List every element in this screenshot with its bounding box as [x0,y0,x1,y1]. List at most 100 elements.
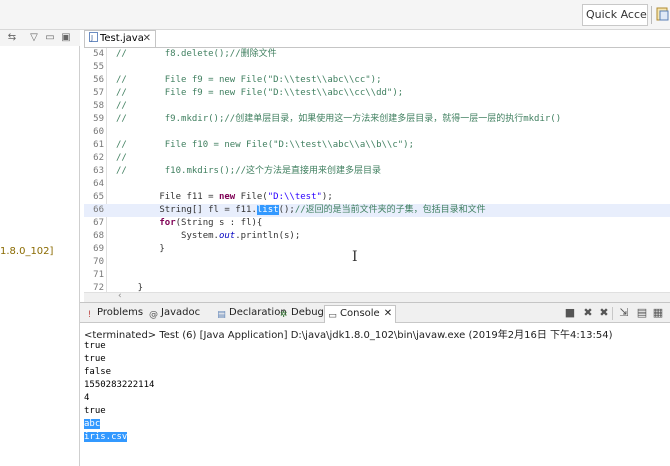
code-line[interactable]: 62 // [84,152,670,165]
code-line[interactable]: 68 System.out.println(s); [84,230,670,243]
code-text: // File f10 = new File("D:\\test\\abc\\a… [116,140,415,150]
console-line[interactable]: iris.csv [84,431,664,444]
code-line[interactable]: 69 } [84,243,670,256]
line-number: 62 [93,153,104,163]
code-text: // [116,101,127,111]
console-line-text: iris.csv [84,432,128,442]
code-line[interactable]: 65 File f11 = new File("D:\\test"); [84,191,670,204]
close-icon[interactable]: ✕ [384,308,392,319]
view-tab-label: Console [340,308,380,319]
remove-launch-icon[interactable]: ✖ [582,307,594,319]
pin-console-icon[interactable]: ▤ [636,307,648,319]
line-number: 69 [93,244,104,254]
toolbar-separator [612,307,613,320]
code-line[interactable]: 71 [84,269,670,282]
console-line[interactable]: 1550283222114 [84,379,664,392]
debug-icon: ✲ [279,310,288,320]
console-line[interactable]: true [84,353,664,366]
code-line-current[interactable]: 66 String[] fl = f11.list();//返回的是当前文件夹的… [84,204,670,217]
line-number: 72 [93,283,104,292]
line-number: 59 [93,114,104,124]
code-line[interactable]: 56 // File f9 = new File("D:\\test\\abc\\… [84,74,670,87]
view-tab-javadoc[interactable]: @ Javadoc [146,305,212,323]
code-line[interactable]: 70 [84,256,670,269]
view-tab-declaration[interactable]: ▤ Declaration [214,305,286,323]
scroll-left-icon[interactable]: ‹ [118,291,122,301]
close-icon[interactable]: ✕ [143,31,151,47]
code-text: // File f9 = new File("D:\\test\\abc\\cc… [116,88,404,98]
console-line-text: 1550283222114 [84,380,155,390]
java-file-icon: J [89,32,98,42]
javadoc-icon: @ [149,310,158,320]
code-line[interactable]: 54 // f8.delete();//删除文件 [84,48,670,61]
code-text: System.out.println(s); [116,231,301,241]
display-console-icon[interactable]: ▦ [652,307,664,319]
line-number: 65 [93,192,104,202]
terminate-icon[interactable]: ■ [564,307,576,319]
line-number: 70 [93,257,104,267]
code-text: // f9.mkdir();//创建单层目录，如果使用这一方法来创建多层目录，就… [116,114,562,124]
code-text: String[] fl = f11.list();//返回的是当前文件夹的子集，… [116,205,486,215]
console-line[interactable]: false [84,366,664,379]
console-output[interactable]: true true false 1550283222114 4 true abc iris.c… [84,340,664,444]
code-text: for(String s : fl){ [159,218,263,228]
console-line-text: true [84,341,106,351]
code-line[interactable]: 59 // f9.mkdir();//创建单层目录，如果使用这一方法来创建多层目录… [84,113,670,126]
console-line[interactable]: abc [84,418,664,431]
remove-all-icon[interactable]: ✖ [598,307,610,319]
console-line[interactable]: true [84,340,664,353]
code-line[interactable]: 64 [84,178,670,191]
view-tab-strip: ! Problems @ Javadoc ▤ Declaration ✲ Debug ▭ Cons… [80,303,670,323]
line-number: 68 [93,231,104,241]
line-number: 63 [93,166,104,176]
code-line[interactable]: 57 // File f9 = new File("D:\\test\\abc\\… [84,87,670,100]
editor-tab-label: Test.java [100,33,144,44]
svg-text:J: J [90,34,93,42]
line-number: 55 [93,62,104,72]
code-text: // f10.mkdirs();//这个方法是直接用来创建多层目录 [116,166,382,176]
scroll-lock-icon[interactable]: ⇲ [618,307,630,319]
console-line[interactable]: true [84,405,664,418]
code-text: // File f9 = new File("D:\\test\\abc\\cc… [116,75,382,85]
java-perspective-icon[interactable] [656,6,670,22]
code-line[interactable]: 55 [84,61,670,74]
line-number: 66 [93,205,104,215]
code-line[interactable]: 72 } [84,282,670,292]
code-line[interactable]: 63 // f10.mkdirs();//这个方法是直接用来创建多层目录 [84,165,670,178]
code-line[interactable]: 60 [84,126,670,139]
declaration-icon: ▤ [217,310,226,320]
view-tab-debug[interactable]: ✲ Debug [276,305,324,323]
toolbar-separator [651,6,652,24]
console-line-text: false [84,367,112,377]
editor-tab-test-java[interactable]: J Test.java ✕ [84,30,156,48]
line-number: 64 [93,179,104,189]
line-number: 58 [93,101,104,111]
code-line[interactable]: 67 for(String s : fl){ [84,217,670,230]
jre-library-label[interactable]: 1.8.0_102] [0,246,53,257]
line-number: 56 [93,75,104,85]
line-number: 61 [93,140,104,150]
code-line[interactable]: 58 // [84,100,670,113]
maximize-icon[interactable]: ▣ [60,32,72,44]
console-line[interactable]: 4 [84,392,664,405]
view-menu-icon[interactable]: ▽ [28,32,40,44]
line-number: 54 [93,49,104,59]
view-tab-problems[interactable]: ! Problems [82,305,144,323]
minimize-icon[interactable]: ▭ [44,32,56,44]
console-status: <terminated> Test (6) [Java Application]… [84,330,613,341]
console-line-text: 4 [84,393,90,403]
console-line-text: true [84,354,106,364]
link-with-editor-icon[interactable]: ⇆ [6,32,18,44]
problems-icon: ! [87,310,92,320]
line-number: 60 [93,127,104,137]
view-tab-console[interactable]: ▭ Console ✕ [324,305,396,323]
view-tab-label: Javadoc [161,307,201,318]
quick-access-input[interactable]: Quick Access [582,4,648,26]
package-explorer-panel: ⇆ ▽ ▭ ▣ 1.8.0_102] [0,30,80,466]
code-text: File f11 = new File("D:\\test"); [116,192,333,202]
console-icon: ▭ [328,311,337,321]
horizontal-scrollbar[interactable]: ‹ [84,291,670,302]
code-area[interactable]: 54 // f8.delete();//删除文件 55 56 // File f9 = … [84,48,670,292]
code-text: } [116,244,165,254]
code-line[interactable]: 61 // File f10 = new File("D:\\test\\abc\… [84,139,670,152]
